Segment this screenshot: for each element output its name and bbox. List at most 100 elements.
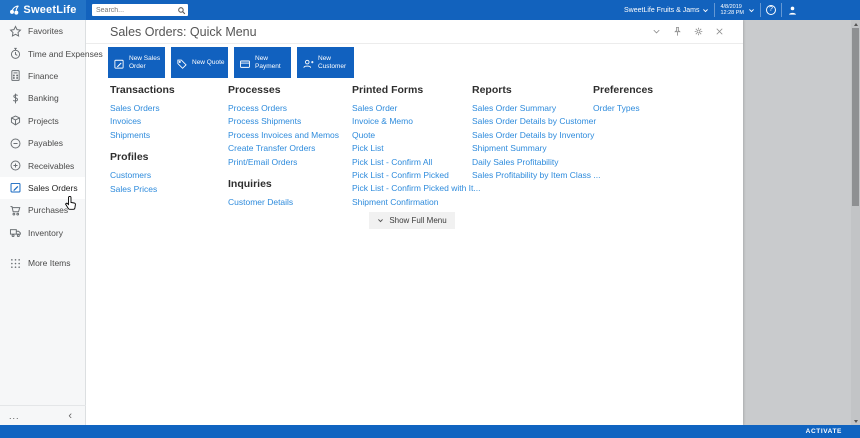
activate-button[interactable]: ACTIVATE [806,428,842,435]
close-icon[interactable] [714,26,725,37]
menu-link[interactable]: Shipment Confirmation [352,196,480,209]
quick-action-tiles: New Sales Order New Quote New Payment New C… [108,47,354,78]
cherries-icon [10,5,20,15]
gear-icon[interactable] [693,26,704,37]
sidebar-nav: Favorites Time and Expenses Finance Banking… [0,20,103,274]
quick-menu-panel: Sales Orders: Quick Menu New Sales Order… [86,20,743,425]
menu-link[interactable]: Customer Details [228,196,339,209]
sidebar-item-finance[interactable]: Finance [0,65,85,87]
minus-circle-icon [9,137,22,150]
menu-link[interactable]: Sales Profitability by Item Class ... [472,169,601,182]
menu-section-reports: Reports Sales Order Summary Sales Order De… [472,84,601,182]
menu-link[interactable]: Order Types [593,102,653,115]
menu-link[interactable]: Shipment Summary [472,142,601,155]
sidebar-item-receivables[interactable]: Receivables [0,154,85,176]
sidebar-item-label: Banking [28,93,59,104]
menu-link[interactable]: Process Shipments [228,115,339,128]
menu-link[interactable]: Pick List - Confirm Picked with It... [352,182,480,195]
menu-link[interactable]: Print/Email Orders [228,156,339,169]
menu-section-printed-forms: Printed Forms Sales Order Invoice & Memo Qu… [352,84,480,209]
search-icon [178,6,186,14]
clock-icon [9,47,22,60]
truck-icon [9,226,22,239]
sidebar-item-banking[interactable]: Banking [0,87,85,109]
menu-link[interactable]: Sales Order Details by Customer [472,115,601,128]
divider [781,3,782,17]
sidebar-item-purchases[interactable]: Purchases [0,199,85,221]
user-plus-icon [302,57,314,69]
company-selector[interactable]: SweetLife Fruits & Jams [624,7,709,14]
vertical-scrollbar[interactable] [851,20,860,425]
menu-link[interactable]: Sales Order Summary [472,102,601,115]
menu-link[interactable]: Pick List - Confirm Picked [352,169,480,182]
scrollbar-thumb[interactable] [852,28,859,206]
sidebar-item-favorites[interactable]: Favorites [0,20,85,42]
sidebar-item-label: Favorites [28,26,63,37]
menu-link[interactable]: Pick List - Confirm All [352,156,480,169]
panel-header: Sales Orders: Quick Menu [86,20,743,44]
search-box[interactable] [92,4,188,16]
tile-new-sales-order[interactable]: New Sales Order [108,47,165,78]
chevron-down-icon [703,8,709,12]
menu-link[interactable]: Process Orders [228,102,339,115]
divider [760,3,761,17]
edit-icon [113,57,125,69]
sidebar-item-time-and-expenses[interactable]: Time and Expenses [0,42,103,64]
tile-label: New Payment [255,55,281,70]
page-title: Sales Orders: Quick Menu [110,24,257,39]
pin-icon[interactable] [672,26,683,37]
tag-icon [176,57,188,69]
menu-link[interactable]: Customers [110,169,175,182]
menu-link[interactable]: Invoice & Memo [352,115,480,128]
menu-link[interactable]: Daily Sales Profitability [472,156,601,169]
grid-icon [9,257,22,270]
datetime-selector[interactable]: 4/8/2019 12:28 PM [720,4,755,16]
menu-section-title: Reports [472,84,512,96]
sidebar-item-more-items[interactable]: More Items [0,252,85,274]
menu-section-title: Preferences [593,84,654,96]
datetime-text: 4/8/2019 12:28 PM [720,4,744,16]
sidebar-item-label: Time and Expenses [28,48,103,59]
menu-link[interactable]: Sales Orders [110,102,175,115]
topbar-right: SweetLife Fruits & Jams 4/8/2019 12:28 PM… [624,0,860,20]
sidebar-item-label: Projects [28,115,59,126]
divider [714,3,716,17]
sidebar-item-projects[interactable]: Projects [0,110,85,132]
tile-new-quote[interactable]: New Quote [171,47,228,78]
scroll-down-icon[interactable] [851,417,860,425]
top-bar: SweetLife SweetLife Fruits & Jams 4/8/20… [0,0,860,20]
menu-link[interactable]: Shipments [110,129,175,142]
show-full-menu-button[interactable]: Show Full Menu [369,212,455,229]
user-icon[interactable] [787,5,798,16]
tile-new-payment[interactable]: New Payment [234,47,291,78]
scroll-up-icon[interactable] [851,20,860,28]
help-icon[interactable]: ? [766,5,776,15]
menu-section-title: Printed Forms [352,84,424,96]
dollar-icon [9,92,22,105]
menu-link[interactable]: Pick List [352,142,480,155]
tile-new-customer[interactable]: New Customer [297,47,354,78]
app-logo[interactable]: SweetLife [0,0,86,20]
collapse-sidebar-icon[interactable]: ‹ [68,410,72,422]
menu-section-title: Inquiries [228,177,272,190]
menu-link[interactable]: Sales Order Details by Inventory [472,129,601,142]
search-input[interactable] [92,6,172,14]
menu-link[interactable]: Invoices [110,115,175,128]
menu-link[interactable]: Sales Order [352,102,480,115]
menu-column: Processes Process Orders Process Shipments… [228,84,339,218]
chevron-down-icon[interactable] [651,26,662,37]
more-options-icon[interactable]: ... [9,411,20,421]
menu-link[interactable]: Process Invoices and Memos [228,129,339,142]
menu-link[interactable]: Quote [352,129,480,142]
menu-link[interactable]: Create Transfer Orders [228,142,339,155]
menu-section-title: Profiles [110,151,149,164]
sidebar: Favorites Time and Expenses Finance Banking… [0,20,103,425]
sidebar-item-sales-orders[interactable]: Sales Orders [0,176,85,200]
sidebar-item-inventory[interactable]: Inventory [0,222,85,244]
sidebar-item-payables[interactable]: Payables [0,132,85,154]
card-icon [239,57,251,69]
sidebar-footer: ... ‹ [0,405,86,425]
sidebar-item-label: Receivables [28,160,75,171]
time-text: 12:28 PM [720,10,744,16]
menu-link[interactable]: Sales Prices [110,183,175,196]
